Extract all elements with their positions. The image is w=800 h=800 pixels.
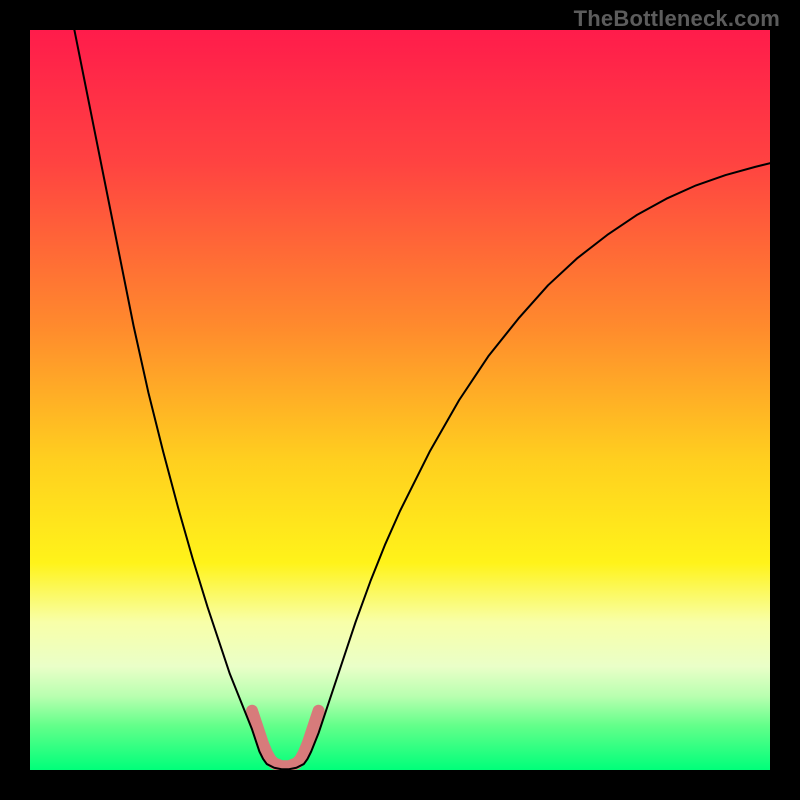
watermark-text: TheBottleneck.com <box>574 6 780 32</box>
bottleneck-chart <box>30 30 770 770</box>
plot-background <box>30 30 770 770</box>
chart-frame: { "watermark": "TheBottleneck.com", "cha… <box>0 0 800 800</box>
